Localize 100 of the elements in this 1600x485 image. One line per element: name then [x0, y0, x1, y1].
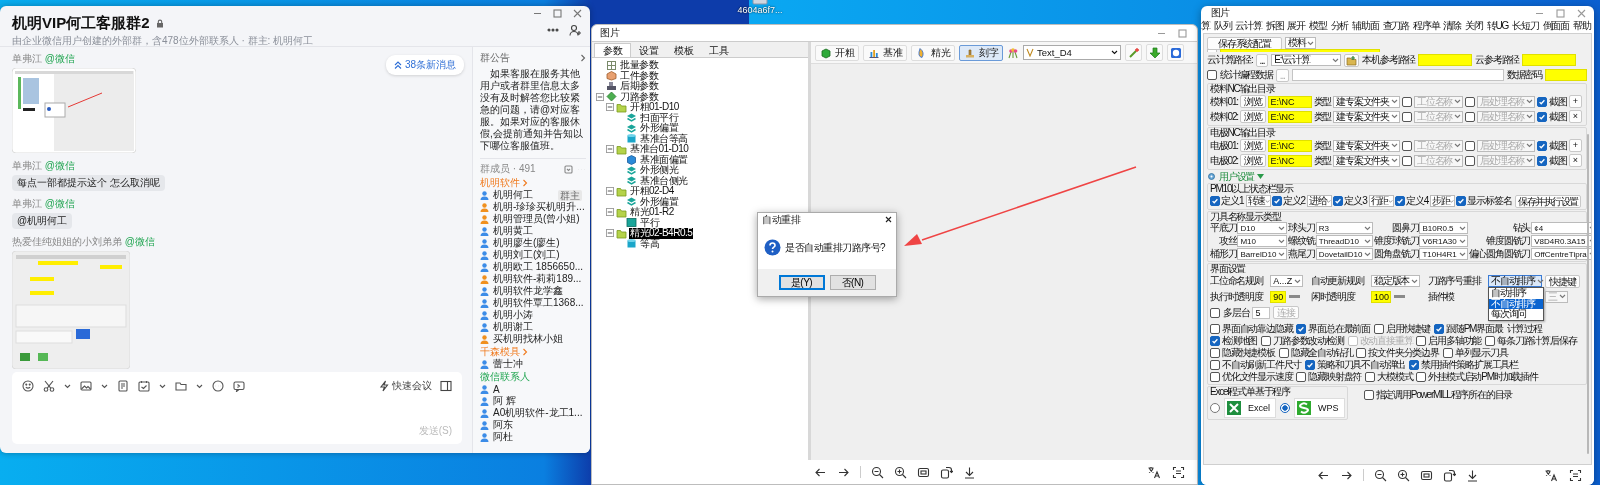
rotate-icon[interactable] — [939, 465, 953, 479]
tree-item[interactable]: 基准台01-D10 — [629, 144, 690, 155]
tree-item[interactable]: 刀路参数 — [619, 91, 659, 102]
dropdown[interactable]: D10 — [1237, 222, 1288, 234]
dialog-button[interactable]: 是(Y) — [778, 275, 825, 290]
tab[interactable]: 工具 — [701, 43, 736, 57]
member-name[interactable]: 蕾士冲 — [493, 357, 523, 371]
scrollbar[interactable] — [1587, 134, 1589, 454]
dialog-button[interactable]: 否(N) — [829, 275, 876, 290]
input-field[interactable] — [1291, 69, 1504, 81]
member-name[interactable]: A — [493, 383, 500, 395]
tree-item[interactable]: 后期参数 — [619, 81, 659, 92]
checkbox[interactable] — [1401, 111, 1412, 122]
menu-item[interactable]: 模型 — [1309, 20, 1327, 32]
checkbox[interactable] — [1456, 196, 1467, 206]
checkbox[interactable] — [1485, 335, 1496, 346]
new-messages-button[interactable]: 38条新消息 — [385, 55, 464, 75]
dropdown[interactable]: 行距 — [1368, 195, 1394, 207]
folder-icon[interactable] — [175, 380, 187, 392]
icon-button[interactable] — [1167, 44, 1184, 61]
menu-item[interactable]: 转UG — [1486, 20, 1509, 32]
checkbox[interactable] — [1210, 371, 1220, 382]
icon-button[interactable] — [1125, 44, 1142, 61]
collapse-icon[interactable] — [564, 164, 573, 174]
emoji-icon[interactable] — [22, 380, 34, 392]
checkbox[interactable] — [1401, 155, 1412, 166]
menu-item[interactable]: 查刀路 — [1382, 20, 1410, 32]
checkbox[interactable] — [1465, 155, 1476, 166]
dropdown-option[interactable]: 自动排序 — [1489, 288, 1544, 299]
maximize-icon[interactable] — [553, 9, 562, 18]
dropdown[interactable]: 建专案文件夹 — [1333, 154, 1400, 167]
download-icon[interactable] — [962, 465, 976, 479]
dropdown[interactable]: 稳定版本 — [1371, 275, 1421, 287]
tree-item[interactable]: 扫面平行 — [639, 112, 679, 123]
member-name[interactable]: 阿东 — [493, 418, 513, 432]
checkbox[interactable] — [1401, 96, 1412, 107]
checkbox[interactable] — [1210, 347, 1220, 358]
menu-item[interactable]: 倒面面 — [1542, 20, 1569, 32]
member-name[interactable]: 机明刘工(刘工) — [493, 248, 560, 262]
radio-button[interactable] — [1210, 402, 1220, 413]
input-field[interactable]: 5 — [1252, 306, 1271, 319]
fit-icon[interactable] — [916, 465, 930, 479]
member-name[interactable]: 机明管理员(曾小姐) — [493, 212, 580, 226]
dropdown[interactable]: 模料 — [1284, 37, 1317, 49]
dropdown[interactable]: B10R0.5 — [1419, 222, 1468, 234]
member-name[interactable]: 买机明找林小姐 — [493, 332, 563, 346]
input-field[interactable]: E:\NC — [1267, 154, 1312, 167]
add-person-icon[interactable] — [569, 24, 581, 36]
menu-item[interactable]: 清除 — [1443, 20, 1462, 32]
menu-item[interactable]: 长短刀 — [1512, 20, 1539, 32]
tree-item[interactable]: 开粗01-D10 — [629, 102, 680, 113]
calendar-icon[interactable] — [138, 380, 150, 392]
button[interactable]: 快捷键 — [1545, 274, 1580, 288]
icon-button[interactable] — [1146, 44, 1163, 61]
tree-item[interactable]: 精光01-R2 — [629, 207, 675, 218]
fit-icon[interactable] — [1419, 468, 1433, 482]
dropdown[interactable]: DovetailD10 — [1315, 248, 1374, 260]
section-toggle[interactable]: 用户设置 — [1219, 169, 1255, 184]
tree-item[interactable]: 批量参数 — [619, 60, 659, 71]
download-icon[interactable] — [1465, 468, 1479, 482]
member-name[interactable]: 机明何工 — [493, 188, 533, 202]
row-button[interactable]: × — [1568, 154, 1582, 167]
checkbox[interactable] — [1296, 371, 1307, 382]
collapse-icon[interactable] — [606, 145, 614, 154]
dropdown[interactable]: 建专案文件夹 — [1333, 139, 1400, 152]
scissors-icon[interactable] — [43, 380, 55, 392]
checkbox[interactable] — [1537, 155, 1548, 166]
button[interactable]: 浏览 — [1239, 95, 1266, 108]
toolbar-button[interactable]: 开粗 — [815, 44, 859, 61]
checkbox[interactable] — [1333, 196, 1344, 206]
checkbox[interactable] — [1296, 323, 1307, 334]
dropdown[interactable]: V8D4R0.3A15 — [1531, 235, 1591, 247]
rotate-icon[interactable] — [1442, 468, 1456, 482]
dropdown[interactable]: 转速 — [1245, 195, 1271, 207]
dropdown[interactable]: 步距 — [1430, 195, 1456, 207]
checkbox[interactable] — [1363, 389, 1374, 400]
checkbox[interactable] — [1261, 335, 1272, 346]
member-name[interactable]: 机明软件-莉莉189... — [493, 272, 582, 286]
tool-dropdown[interactable]: Text_D4 — [1023, 45, 1121, 60]
checkbox[interactable] — [1401, 140, 1412, 151]
checkbox[interactable] — [1394, 196, 1405, 206]
toolbar-button[interactable]: 刻字 — [959, 44, 1003, 61]
chevron-icon[interactable] — [580, 54, 586, 62]
dropdown[interactable]: BarrelD10 — [1237, 248, 1288, 260]
checkbox[interactable] — [1442, 347, 1453, 358]
menu-item[interactable]: 程序单 — [1413, 20, 1440, 32]
more-icon[interactable] — [212, 380, 224, 392]
dropdown[interactable]: A...Z — [1270, 275, 1304, 287]
tree-item[interactable]: 基准台等高 — [639, 133, 689, 144]
checkbox[interactable] — [1356, 347, 1367, 358]
member-name[interactable]: 机明-珍珍买机明升... — [493, 200, 585, 214]
tree-item[interactable]: 精光02-B4R0.5 — [629, 228, 694, 239]
menu-item[interactable]: 辅助面 — [1352, 20, 1379, 32]
checkbox[interactable] — [1210, 335, 1220, 346]
scan-icon[interactable] — [1569, 468, 1582, 482]
tab[interactable]: 参数 — [594, 43, 631, 57]
dropdown[interactable]: 进给 — [1307, 195, 1333, 207]
scan-icon[interactable] — [1172, 465, 1185, 479]
row-button[interactable]: + — [1568, 95, 1582, 108]
row-button[interactable]: × — [1568, 110, 1582, 123]
